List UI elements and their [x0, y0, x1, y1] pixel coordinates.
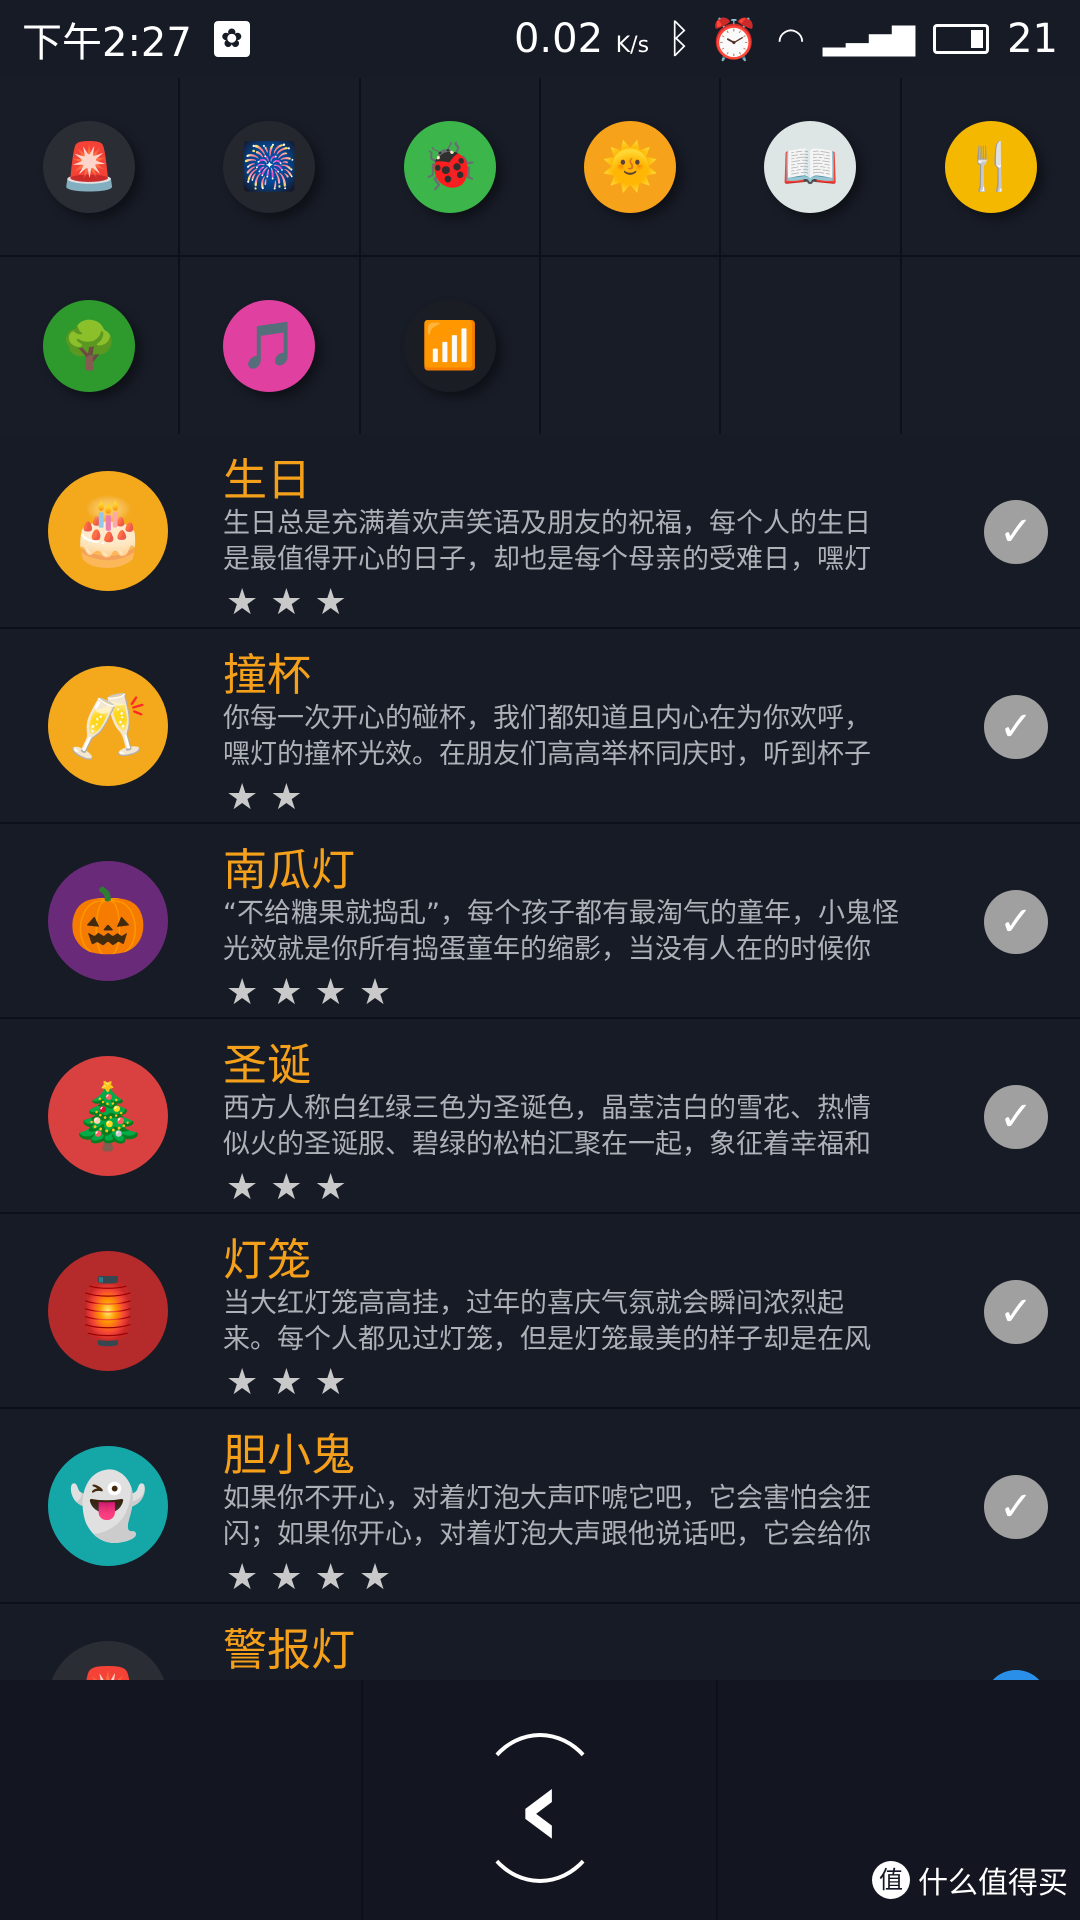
- effect-icon: 🎄: [48, 1056, 168, 1176]
- grid-item-fireworks[interactable]: 🎆: [180, 78, 359, 255]
- check-icon[interactable]: ✓: [984, 1475, 1048, 1539]
- effect-title: 圣诞: [223, 1040, 311, 1091]
- list-item[interactable]: 🚨 警报灯 ✓: [0, 1604, 1080, 1680]
- effect-title: 警报灯: [223, 1625, 355, 1676]
- star-rating: ★★★: [226, 582, 359, 623]
- effect-icon: 👻: [48, 1446, 168, 1566]
- check-icon[interactable]: ✓: [984, 1670, 1048, 1680]
- list-item[interactable]: 👻 胆小鬼 如果你不开心，对着灯泡大声吓唬它吧，它会害怕会狂 闪；如果你开心，对着…: [0, 1409, 1080, 1604]
- list-item[interactable]: 🎂 生日 生日总是充满着欢声笑语及朋友的祝福，每个人的生日 是最值得开心的日子，却…: [0, 434, 1080, 629]
- status-bar: 下午2:27 ✿ 0.02 K/s ᛒ ⏰ ◠ ▂▃▅▇ 21: [0, 0, 1080, 78]
- notification-icon: ✿: [213, 21, 250, 57]
- equalizer-icon: 📶: [403, 299, 496, 392]
- grid-item-dining[interactable]: 🍴: [901, 78, 1080, 255]
- star-rating: ★★★★: [226, 1557, 404, 1598]
- effect-description: 西方人称白红绿三色为圣诞色，晶莹洁白的雪花、热情 似火的圣诞服、碧绿的松柏汇聚在一…: [223, 1093, 871, 1160]
- effect-icon: 🎂: [48, 471, 168, 591]
- firefly-icon: 🐞: [403, 120, 496, 213]
- check-icon[interactable]: ✓: [984, 890, 1048, 954]
- check-icon[interactable]: ✓: [984, 695, 1048, 759]
- bottom-left: [0, 1680, 363, 1920]
- list-item[interactable]: 🥂 撞杯 你每一次开心的碰杯，我们都知道且内心在为你欢呼， 嘿灯的撞杯光效。在朋友…: [0, 629, 1080, 824]
- effect-description: 如果你不开心，对着灯泡大声吓唬它吧，它会害怕会狂 闪；如果你开心，对着灯泡大声跟他…: [223, 1483, 871, 1550]
- bluetooth-icon: ᛒ: [667, 16, 692, 62]
- back-icon[interactable]: ‹: [474, 1733, 605, 1883]
- grid-empty: [721, 257, 900, 434]
- effect-icon: 🚨: [48, 1641, 168, 1680]
- sun-icon: 🌞: [584, 120, 677, 213]
- effect-title: 撞杯: [223, 650, 311, 701]
- clock: 下午2:27: [22, 20, 192, 66]
- tree-icon: 🌳: [43, 299, 136, 392]
- police-light-icon: 🚨: [43, 120, 136, 213]
- effect-description: 当大红灯笼高高挂，过年的喜庆气氛就会瞬间浓烈起 来。每个人都见过灯笼，但是灯笼最美…: [223, 1288, 871, 1355]
- alarm-icon: ⏰: [709, 16, 759, 63]
- wifi-icon: ◠: [776, 20, 805, 58]
- music-icon: 🎵: [223, 299, 316, 392]
- grid-item-tree[interactable]: 🌳: [0, 257, 179, 434]
- battery-icon: [933, 24, 990, 54]
- effect-description: 生日总是充满着欢声笑语及朋友的祝福，每个人的生日 是最值得开心的日子，却也是每个母…: [223, 508, 871, 575]
- effect-description: 你每一次开心的碰杯，我们都知道且内心在为你欢呼， 嘿灯的撞杯光效。在朋友们高高举杯…: [223, 703, 871, 770]
- network-speed: 0.02 K/s: [513, 16, 650, 62]
- list-item[interactable]: 🎃 南瓜灯 “不给糖果就捣乱”，每个孩子都有最淘气的童年，小鬼怪 光效就是你所有捣…: [0, 824, 1080, 1019]
- effect-title: 胆小鬼: [223, 1430, 355, 1481]
- fireworks-icon: 🎆: [223, 120, 316, 213]
- check-icon[interactable]: ✓: [984, 1085, 1048, 1149]
- dining-icon: 🍴: [944, 120, 1037, 213]
- bottom-bar: ‹ 值什么值得买: [0, 1680, 1080, 1920]
- star-rating: ★★★: [226, 1362, 359, 1403]
- grid-item-music[interactable]: 🎵: [180, 257, 359, 434]
- grid-item-police-light[interactable]: 🚨: [0, 78, 179, 255]
- back-button[interactable]: ‹: [363, 1680, 718, 1920]
- grid-empty: [540, 257, 720, 434]
- grid-item-book[interactable]: 📖: [721, 78, 900, 255]
- star-rating: ★★★★: [226, 972, 404, 1013]
- effect-icon: 🎃: [48, 861, 168, 981]
- battery-level: 21: [1007, 16, 1058, 62]
- effect-list[interactable]: 🎂 生日 生日总是充满着欢声笑语及朋友的祝福，每个人的生日 是最值得开心的日子，却…: [0, 434, 1080, 1680]
- star-rating: ★★: [226, 777, 315, 818]
- grid-item-firefly[interactable]: 🐞: [360, 78, 539, 255]
- star-rating: ★★★: [226, 1167, 359, 1208]
- list-item[interactable]: 🎄 圣诞 西方人称白红绿三色为圣诞色，晶莹洁白的雪花、热情 似火的圣诞服、碧绿的松…: [0, 1019, 1080, 1214]
- effect-title: 灯笼: [223, 1235, 311, 1286]
- grid-empty: [901, 257, 1080, 434]
- grid-item-equalizer[interactable]: 📶: [360, 257, 539, 434]
- effect-description: “不给糖果就捣乱”，每个孩子都有最淘气的童年，小鬼怪 光效就是你所有捣蛋童年的缩影…: [223, 898, 899, 965]
- check-icon[interactable]: ✓: [984, 500, 1048, 564]
- effect-title: 生日: [223, 455, 311, 506]
- effect-title: 南瓜灯: [223, 845, 355, 896]
- list-item[interactable]: 🏮 灯笼 当大红灯笼高高挂，过年的喜庆气氛就会瞬间浓烈起 来。每个人都见过灯笼，但…: [0, 1214, 1080, 1409]
- grid-item-sun[interactable]: 🌞: [540, 78, 720, 255]
- effect-icon: 🥂: [48, 666, 168, 786]
- watermark: 值什么值得买: [872, 1858, 1068, 1902]
- effect-grid: 🚨 🎆 🐞 🌞 📖 🍴 🌳 🎵 📶: [0, 78, 1080, 434]
- effect-icon: 🏮: [48, 1251, 168, 1371]
- book-icon: 📖: [764, 120, 857, 213]
- 4g-signal-icon: ▂▃▅▇: [822, 21, 916, 57]
- check-icon[interactable]: ✓: [984, 1280, 1048, 1344]
